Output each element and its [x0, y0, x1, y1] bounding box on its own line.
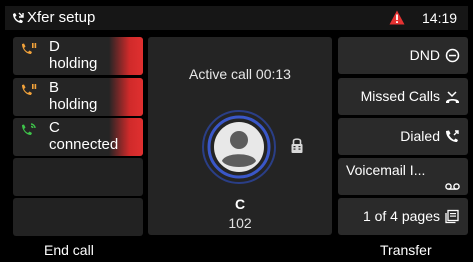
- line-highlight: [109, 37, 143, 75]
- phone-hold-icon: [22, 43, 37, 54]
- voicemail-label: Voicemail I...: [346, 162, 426, 178]
- warning-icon[interactable]: [389, 10, 405, 25]
- line-name: D: [49, 38, 60, 55]
- missed-calls-button[interactable]: Missed Calls: [338, 78, 468, 115]
- dialed-calls-icon: [446, 130, 459, 142]
- do-not-disturb-icon: [445, 48, 460, 63]
- line-item-empty[interactable]: [13, 158, 143, 196]
- missed-calls-icon: [446, 91, 459, 103]
- phone-connected-icon: [22, 123, 36, 135]
- voicemail-button[interactable]: Voicemail I...: [338, 158, 468, 195]
- line-state: holding: [49, 96, 98, 113]
- encrypted-lock-icon: [291, 138, 303, 153]
- phone-screen: Xfer setup 14:19 D holding B holding C c…: [0, 0, 473, 262]
- dnd-label: DND: [409, 47, 440, 63]
- line-item-d[interactable]: D holding: [13, 37, 143, 75]
- line-highlight: [109, 78, 143, 116]
- dialed-button[interactable]: Dialed: [338, 118, 468, 155]
- page-indicator-button[interactable]: 1 of 4 pages: [338, 198, 468, 235]
- pages-icon: [445, 209, 459, 224]
- page-indicator-label: 1 of 4 pages: [362, 208, 440, 224]
- call-status: Active call 00:13: [189, 66, 291, 82]
- caller-name: C: [234, 196, 246, 212]
- status-bar: Xfer setup 14:19: [5, 6, 468, 30]
- line-item-empty[interactable]: [13, 198, 143, 236]
- voicemail-icon: [445, 183, 460, 190]
- softkey-bar: End call Transfer: [0, 239, 473, 262]
- line-item-c[interactable]: C connected: [13, 118, 143, 156]
- active-call-panel: Active call 00:13 C 102: [148, 37, 332, 235]
- end-call-softkey[interactable]: End call: [44, 242, 94, 258]
- phone-transfer-icon: [13, 12, 24, 23]
- line-state: holding: [49, 55, 98, 72]
- phone-hold-icon: [22, 84, 37, 95]
- screen-title: Xfer setup: [27, 9, 96, 26]
- line-name: C: [49, 119, 60, 136]
- line-item-b[interactable]: B holding: [13, 78, 143, 116]
- transfer-softkey[interactable]: Transfer: [380, 242, 432, 258]
- contact-avatar-icon: [202, 110, 276, 184]
- dnd-button[interactable]: DND: [338, 37, 468, 74]
- dialed-label: Dialed: [400, 128, 440, 144]
- missed-calls-label: Missed Calls: [360, 88, 440, 104]
- clock-time: 14:19: [422, 10, 458, 26]
- line-state: connected: [49, 136, 119, 153]
- caller-number: 102: [228, 215, 252, 231]
- line-name: B: [49, 79, 60, 96]
